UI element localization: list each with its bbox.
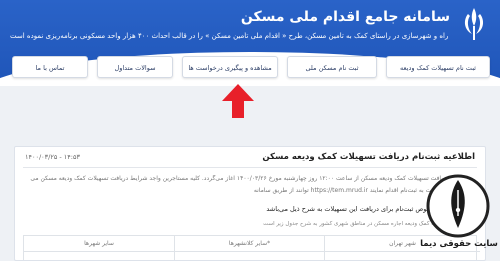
watermark-text: سایت حقوقی دیما xyxy=(420,239,498,249)
table-cell xyxy=(174,251,324,260)
divider xyxy=(23,167,477,168)
table-header-other-metros: سایر کلانشهرها* xyxy=(174,236,324,251)
main-nav: ثبت نام تسهیلات کمک ودیعه ثبت نام مسکن م… xyxy=(0,56,500,80)
iran-emblem-icon xyxy=(464,8,484,40)
nav-track-requests-button[interactable]: مشاهده و پیگیری درخواست ها xyxy=(182,56,278,78)
nav-deposit-loan-register-button[interactable]: ثبت نام تسهیلات کمک ودیعه xyxy=(386,56,490,78)
announcement-line-1: ثبت‌نام دریافت تسهیلات کمک ودیعه مسکن از… xyxy=(30,175,467,182)
announcement-date: ۱۴۰۰/۰۳/۲۵ - ۱۴:۵۳ xyxy=(25,153,80,161)
announcement-title: اطلاعیه ثبت‌نام دریافت تسهیلات کمک ودیعه… xyxy=(262,152,475,162)
site-title: سامانه جامع اقدام ملی مسکن xyxy=(240,9,450,25)
red-up-arrow-icon xyxy=(222,84,254,118)
table-cell xyxy=(24,251,174,260)
loan-cap-table: سایر شهرها سایر کلانشهرها* شهر تهران xyxy=(23,235,480,260)
site-subtitle: وزارت راه و شهرسازی در راستای کمک به تأم… xyxy=(10,32,450,40)
nav-national-housing-register-button[interactable]: ثبت نام مسکن ملی xyxy=(287,56,377,78)
announcement-line-2: توانند از طریق سامانه https://tem.mrud.i… xyxy=(253,187,467,194)
table-header-other-cities: سایر شهرها xyxy=(84,240,114,247)
nav-contact-button[interactable]: تماس با ما xyxy=(12,56,88,78)
nav-faq-button[interactable]: سوالات متداول xyxy=(97,56,173,78)
